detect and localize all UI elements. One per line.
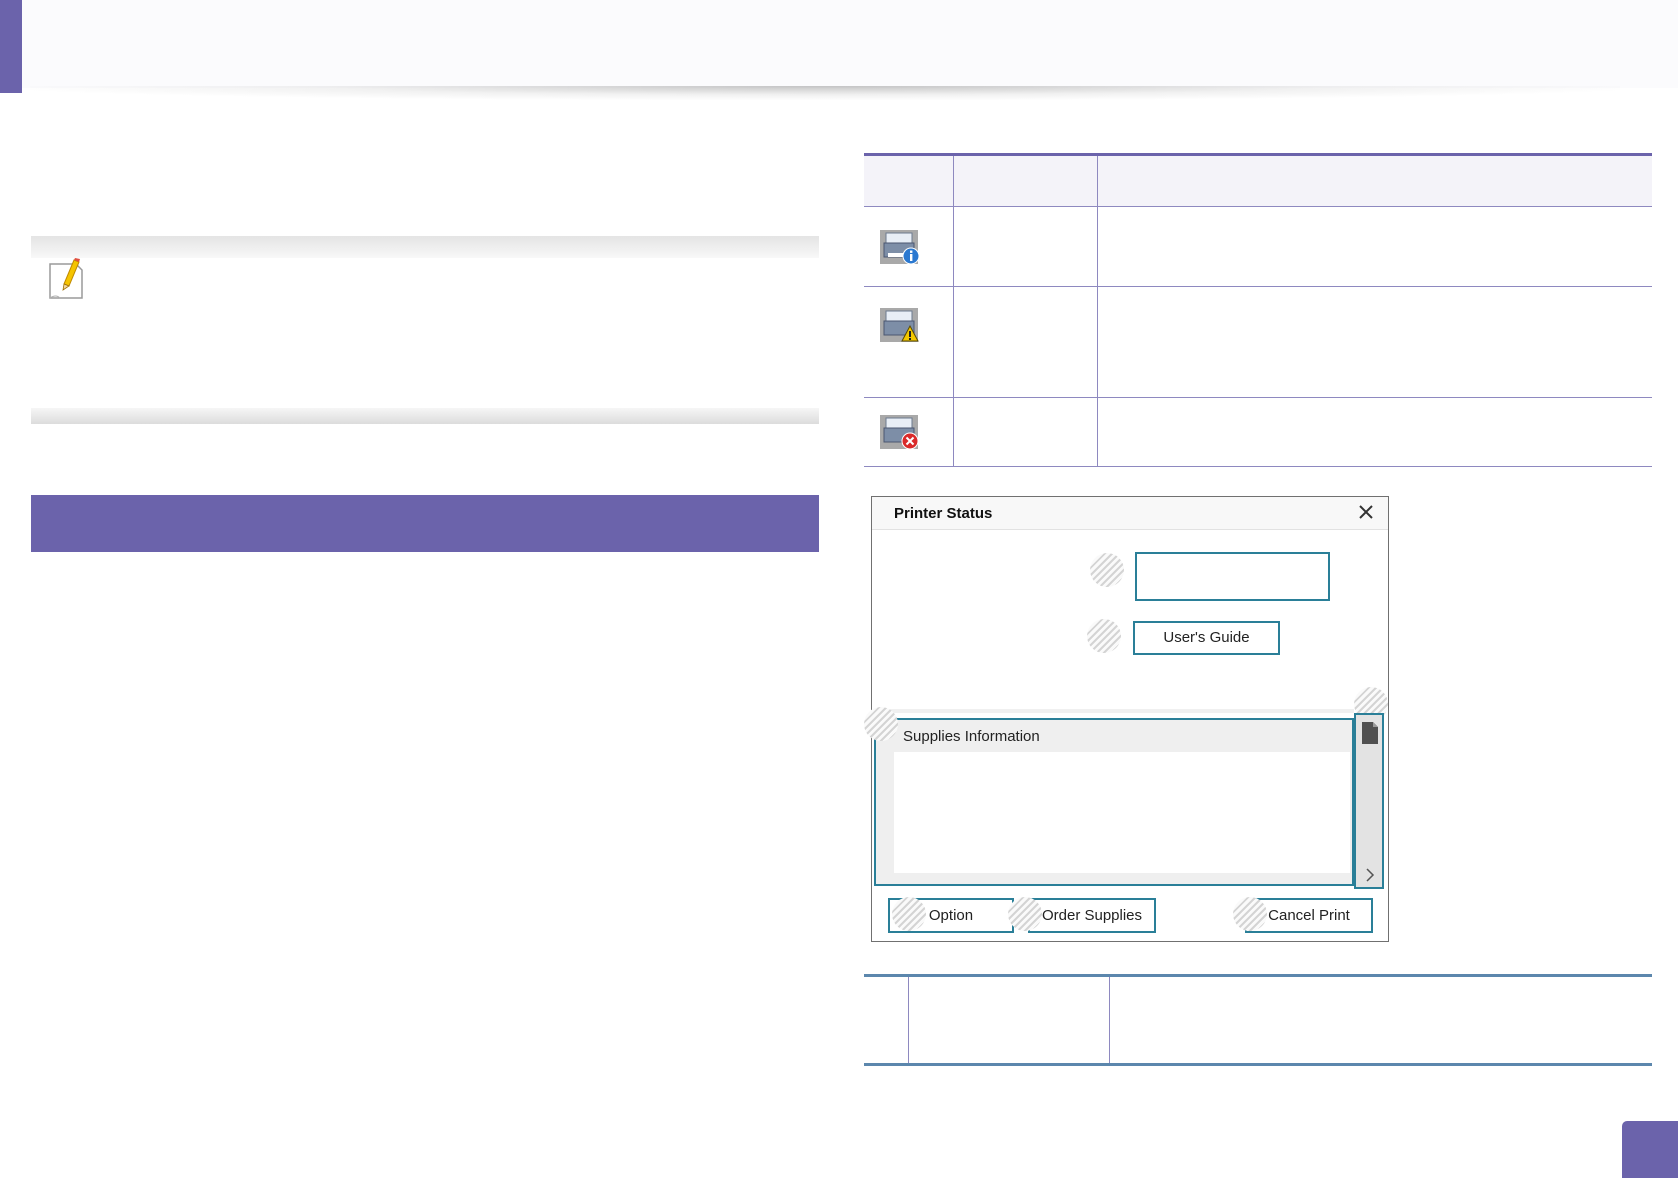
callout-marker	[1008, 897, 1042, 931]
supplies-information-body	[894, 752, 1350, 873]
table-cell	[1097, 286, 1652, 398]
table-cell	[953, 206, 1098, 287]
callout-marker	[1233, 897, 1267, 931]
supplies-information-title: Supplies Information	[903, 728, 1040, 745]
order-supplies-button[interactable]: Order Supplies	[1028, 898, 1156, 933]
table-cell-icon	[864, 286, 954, 398]
window-titlebar: Printer Status	[872, 497, 1388, 530]
page-header	[22, 0, 1678, 88]
table-row	[864, 206, 1652, 287]
panel-divider	[874, 709, 1354, 713]
table-header-row	[864, 153, 1652, 207]
printer-status-window: Printer Status User's Guide Supplies Inf…	[864, 496, 1389, 942]
table-column-rule	[1109, 977, 1110, 1063]
note-box-bottom-rule	[31, 408, 819, 424]
note-pencil-icon	[46, 258, 86, 302]
page-number-tab	[1622, 1121, 1678, 1178]
document-icon[interactable]	[1361, 721, 1379, 745]
printer-error-icon	[880, 415, 919, 450]
callout-marker	[892, 897, 926, 931]
table-cell-icon	[864, 206, 954, 287]
chapter-tab-marker	[0, 0, 22, 93]
section-heading-bar	[31, 495, 819, 552]
table-cell	[953, 286, 1098, 398]
expand-side-panel[interactable]	[1354, 713, 1384, 889]
status-message-box	[1135, 552, 1330, 601]
users-guide-button[interactable]: User's Guide	[1133, 621, 1280, 655]
table-column-rule	[908, 977, 909, 1063]
table-header-cell	[864, 153, 954, 207]
window-title: Printer Status	[894, 505, 993, 522]
status-icon-table	[864, 153, 1652, 467]
table-cell	[953, 397, 1098, 467]
callout-reference-table	[864, 974, 1652, 1066]
table-cell-icon	[864, 397, 954, 467]
callout-marker	[864, 707, 898, 741]
table-header-cell	[1097, 153, 1652, 207]
table-row	[864, 397, 1652, 467]
header-shadow	[30, 86, 1620, 100]
table-cell	[1097, 206, 1652, 287]
chevron-right-icon[interactable]	[1365, 867, 1375, 883]
note-box-top-rule	[31, 236, 819, 258]
close-icon[interactable]	[1356, 502, 1376, 522]
callout-marker	[1087, 619, 1121, 653]
table-header-cell	[953, 153, 1098, 207]
printer-warning-icon	[880, 308, 919, 342]
callout-marker	[1090, 553, 1124, 587]
table-cell	[1097, 397, 1652, 467]
supplies-information-panel: Supplies Information	[874, 718, 1354, 886]
printer-info-icon	[880, 229, 920, 264]
table-row	[864, 286, 1652, 398]
